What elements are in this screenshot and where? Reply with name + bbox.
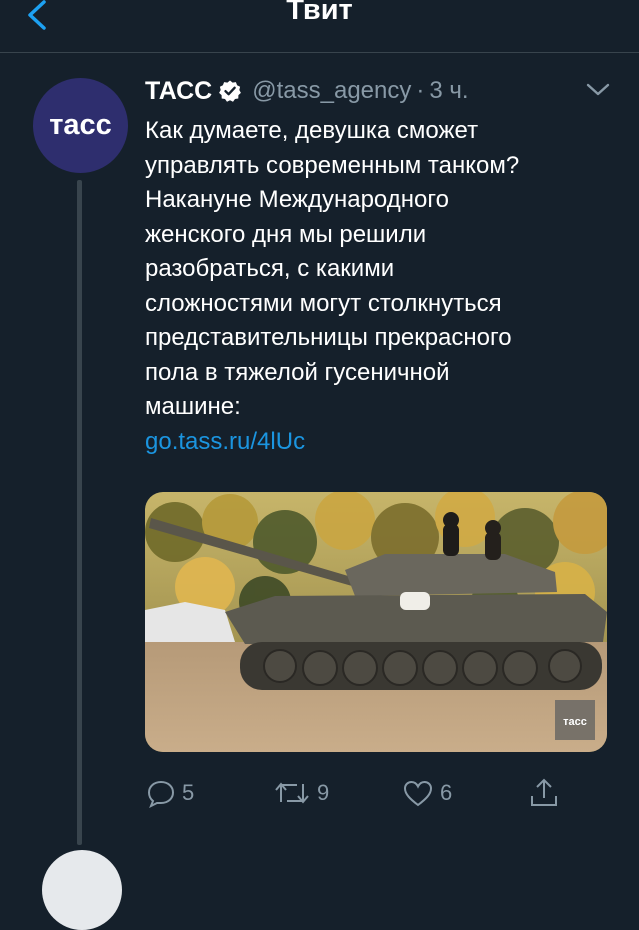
tweet-text-line: разобраться, с какими [145, 255, 395, 282]
tweet-link[interactable]: go.tass.ru/4lUc [145, 425, 615, 460]
thread-line [77, 180, 82, 845]
heart-icon [403, 780, 433, 807]
tweet-text-line: представительницы прекрасного [145, 324, 512, 351]
tweet-text-line: сложностями могут столкнуться [145, 289, 502, 317]
tweet-media-image[interactable]: тасс [145, 492, 607, 752]
reply-count: 5 [182, 780, 195, 805]
retweet-button[interactable]: 9 [273, 776, 329, 810]
chevron-down-icon[interactable] [584, 80, 612, 100]
like-button[interactable]: 6 [402, 776, 452, 810]
tweet-text-line: пола в тяжелой гусеничной [145, 358, 450, 386]
author-handle[interactable]: @tass_agency [252, 77, 411, 105]
tweet-text-line: Накануне Международного [145, 186, 449, 213]
author-name[interactable]: ТАСС [145, 77, 212, 106]
tweet-header: ТАСС @tass_agency · 3 ч. [145, 76, 469, 106]
tweet-time[interactable]: 3 ч. [429, 77, 468, 105]
verified-badge-icon [219, 80, 242, 102]
page-title: Твит [286, 0, 353, 26]
tweet-text-line: Как думаете, девушка сможет [145, 117, 479, 144]
reply-icon [147, 780, 175, 808]
next-tweet-avatar[interactable] [42, 850, 122, 930]
tweet-text-line: машине: [145, 393, 241, 420]
tank-photo: тасс [145, 492, 607, 752]
retweet-count: 9 [317, 780, 330, 805]
top-bar: Твит [0, 0, 639, 53]
share-icon [531, 778, 557, 806]
share-button[interactable] [528, 776, 560, 810]
avatar[interactable]: тасс [33, 78, 128, 173]
like-count: 6 [440, 780, 453, 805]
media-watermark: тасс [563, 716, 587, 728]
tweet-text: Как думаете, девушка сможет управлять со… [145, 114, 615, 459]
reply-button[interactable]: 5 [146, 776, 194, 810]
tweet-text-line: женского дня мы решили [145, 220, 427, 248]
meta-separator: · [416, 77, 425, 104]
avatar-logo-text: тасс [49, 109, 112, 141]
tweet-text-line: управлять современным танком? [145, 151, 520, 179]
retweet-icon [275, 782, 309, 804]
